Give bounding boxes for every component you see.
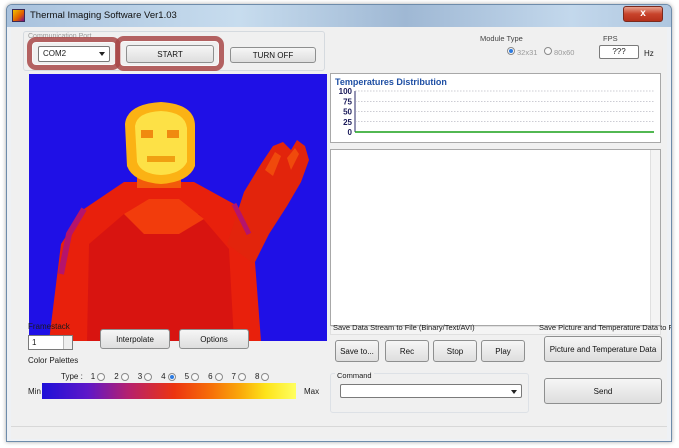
palette-type-5[interactable]: 5	[185, 372, 200, 381]
interpolate-button[interactable]: Interpolate	[100, 329, 170, 349]
radio-icon	[544, 47, 552, 55]
palette-type-2[interactable]: 2	[114, 372, 129, 381]
palette-type-label: Type :	[61, 372, 83, 381]
palette-max-label: Max	[304, 387, 320, 396]
y-tick-label: 75	[343, 97, 352, 106]
save-stream-title: Save Data Stream to File (Binary/Text/AV…	[333, 323, 475, 332]
radio-icon	[191, 372, 200, 381]
save-picture-title: Save Picture and Temperature Data to Fil…	[539, 323, 672, 332]
radio-selected-icon	[167, 372, 176, 381]
y-tick-label: 100	[339, 87, 353, 96]
palette-type-7[interactable]: 7	[232, 372, 246, 381]
options-button[interactable]: Options	[179, 329, 249, 349]
vertical-scrollbar[interactable]	[650, 150, 660, 325]
palette-type-1[interactable]: 1	[91, 372, 106, 381]
command-input[interactable]	[340, 384, 522, 398]
send-button[interactable]: Send	[544, 378, 662, 404]
palette-type-3[interactable]: 3	[138, 372, 153, 381]
thermal-image-view[interactable]	[29, 74, 327, 341]
framestack-label: Framestack	[28, 322, 70, 331]
color-palettes-label: Color Palettes	[28, 356, 79, 365]
framestack-spinner[interactable]: 1	[28, 335, 73, 350]
fps-title: FPS	[603, 34, 618, 43]
play-button[interactable]: Play	[481, 340, 525, 362]
radio-icon	[120, 372, 129, 381]
save-to-button[interactable]: Save to...	[335, 340, 379, 362]
picture-temperature-data-button[interactable]: Picture and Temperature Data	[544, 336, 662, 362]
app-window: Thermal Imaging Software Ver1.03 x Commu…	[6, 4, 672, 442]
thermal-image	[29, 74, 327, 341]
start-highlight-ring	[115, 36, 224, 71]
radio-icon	[261, 372, 270, 381]
framestack-value: 1	[32, 338, 37, 347]
palette-type-8[interactable]: 8	[255, 372, 270, 381]
fps-unit: Hz	[644, 49, 654, 58]
chart-plot: 10075 50250	[339, 87, 654, 137]
client-area: Communication Port COM2 START TURN OFF M…	[11, 27, 671, 439]
stop-button[interactable]: Stop	[433, 340, 477, 362]
radio-icon	[507, 47, 515, 55]
palette-gradient-bar	[42, 383, 296, 399]
y-tick-label: 25	[343, 118, 352, 127]
title-bar[interactable]: Thermal Imaging Software Ver1.03 x	[7, 5, 671, 27]
y-tick-label: 50	[343, 108, 352, 117]
y-tick-label: 0	[348, 128, 353, 137]
output-text-area[interactable]	[330, 149, 661, 326]
module-option-80x60[interactable]: 80x60	[544, 47, 574, 57]
command-label: Command	[335, 371, 374, 380]
status-bar	[11, 426, 667, 439]
app-icon	[12, 9, 25, 22]
spinner-arrows-icon[interactable]	[63, 336, 72, 349]
radio-icon	[97, 372, 106, 381]
turn-off-button[interactable]: TURN OFF	[230, 47, 316, 63]
palette-type-6[interactable]: 6	[208, 372, 223, 381]
chevron-down-icon	[511, 390, 517, 394]
window-title: Thermal Imaging Software Ver1.03	[30, 10, 177, 21]
rec-button[interactable]: Rec	[385, 340, 429, 362]
radio-icon	[237, 372, 246, 381]
radio-icon	[144, 372, 153, 381]
port-highlight-ring	[27, 37, 121, 70]
palette-min-label: Min	[28, 387, 41, 396]
palette-type-4[interactable]: 4	[161, 372, 176, 381]
module-type-title: Module Type	[480, 34, 523, 43]
radio-icon	[214, 372, 223, 381]
close-button[interactable]: x	[623, 6, 663, 22]
module-option-32x31[interactable]: 32x31	[507, 47, 537, 57]
fps-readout: ???	[599, 45, 639, 59]
temperature-distribution-chart: Temperatures Distribution 100 75 50 25 0	[330, 73, 661, 143]
palette-type-radios: Type : 1 2 3 4 5 6 7 8	[61, 372, 278, 381]
